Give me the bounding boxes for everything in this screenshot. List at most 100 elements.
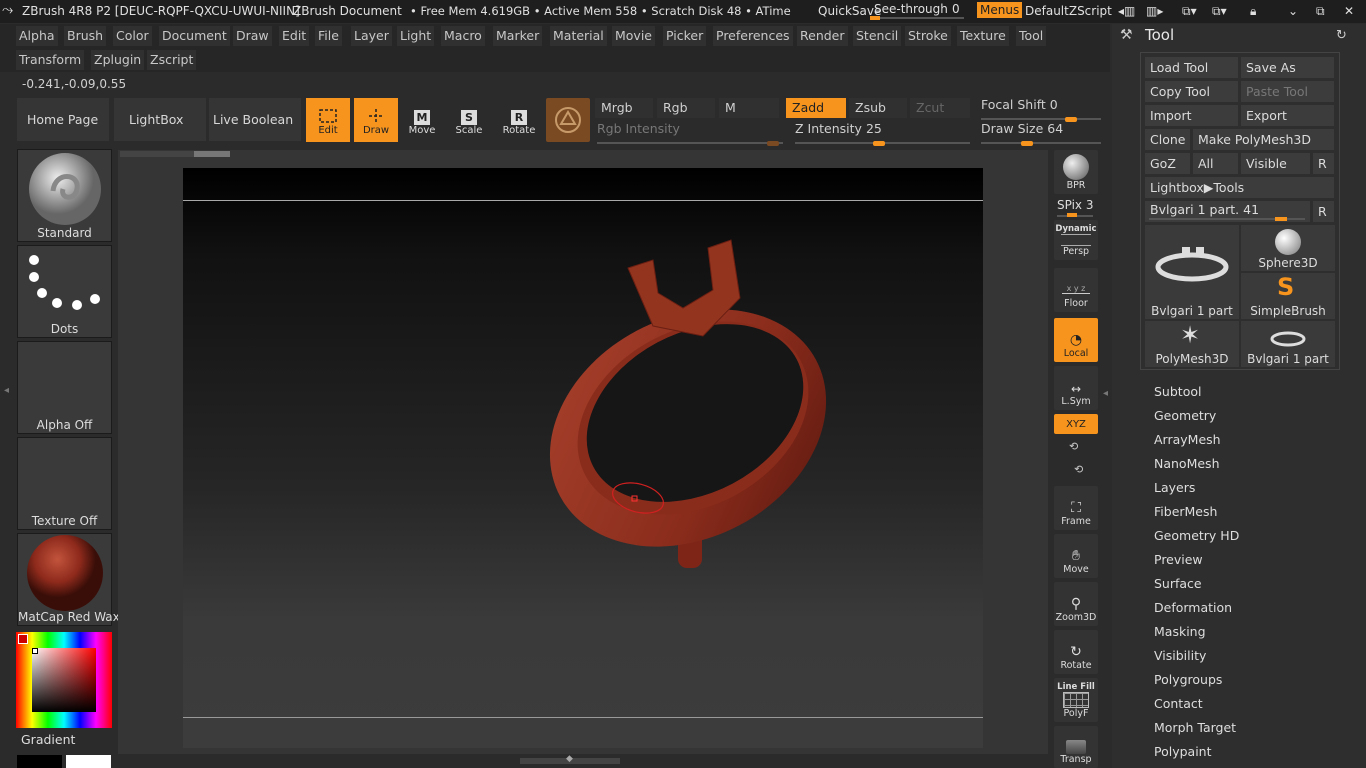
ui-layout-icon[interactable]: ⧉▾ xyxy=(1182,4,1197,19)
document-scroll-indicator[interactable] xyxy=(120,151,230,157)
tool-thumb-sphere3d[interactable]: Sphere3D xyxy=(1241,225,1335,271)
tool-thumb-simplebrush[interactable]: S SimpleBrush xyxy=(1241,273,1335,319)
subpalette-geometry-hd[interactable]: Geometry HD xyxy=(1154,528,1239,543)
menu-movie[interactable]: Movie xyxy=(612,26,655,46)
canvas[interactable] xyxy=(183,168,983,748)
layout-prev-icon[interactable]: ◂▥ xyxy=(1118,4,1135,18)
clone-button[interactable]: Clone xyxy=(1145,129,1190,150)
lightbox-button[interactable]: LightBox xyxy=(114,98,206,141)
rgb-toggle[interactable]: Rgb xyxy=(657,98,715,118)
texture-selector[interactable]: Texture Off xyxy=(17,437,112,530)
subpalette-deformation[interactable]: Deformation xyxy=(1154,600,1232,615)
menu-file[interactable]: File xyxy=(315,26,342,46)
tool-thumb-bvlgari-active[interactable]: Bvlgari 1 part xyxy=(1145,225,1239,319)
alpha-selector[interactable]: Alpha Off xyxy=(17,341,112,434)
menu-color[interactable]: Color xyxy=(113,26,152,46)
export-button[interactable]: Export xyxy=(1241,105,1334,126)
gradient-toggle[interactable]: Gradient xyxy=(21,732,75,747)
mrgb-toggle[interactable]: Mrgb xyxy=(595,98,653,118)
subpalette-geometry[interactable]: Geometry xyxy=(1154,408,1216,423)
menu-zscript[interactable]: Zscript xyxy=(147,50,197,70)
color-picker[interactable] xyxy=(16,632,112,728)
local-button[interactable]: ◔ Local xyxy=(1054,318,1098,362)
home-page-button[interactable]: Home Page xyxy=(17,98,109,141)
menu-zplugin[interactable]: Zplugin xyxy=(91,50,145,70)
menu-macro[interactable]: Macro xyxy=(441,26,485,46)
current-tool-slider[interactable]: Bvlgari 1 part. 41 xyxy=(1145,201,1310,222)
menus-toggle[interactable]: Menus xyxy=(977,2,1023,18)
menu-marker[interactable]: Marker xyxy=(493,26,543,46)
subpalette-morph-target[interactable]: Morph Target xyxy=(1154,720,1236,735)
menu-layer[interactable]: Layer xyxy=(351,26,392,46)
menu-texture[interactable]: Texture xyxy=(957,26,1009,46)
m-toggle[interactable]: M xyxy=(719,98,779,118)
current-tool-r-button[interactable]: R xyxy=(1313,201,1334,222)
subpalette-subtool[interactable]: Subtool xyxy=(1154,384,1201,399)
subpalette-masking[interactable]: Masking xyxy=(1154,624,1206,639)
subpalette-surface[interactable]: Surface xyxy=(1154,576,1202,591)
subpalette-polygroups[interactable]: Polygroups xyxy=(1154,672,1222,687)
goz-all-button[interactable]: All xyxy=(1193,153,1238,174)
menu-alpha[interactable]: Alpha xyxy=(16,26,58,46)
subpalette-preview[interactable]: Preview xyxy=(1154,552,1203,567)
subpalette-visibility[interactable]: Visibility xyxy=(1154,648,1206,663)
menu-tool[interactable]: Tool xyxy=(1016,26,1047,46)
brush-selector[interactable]: Standard xyxy=(17,149,112,242)
tool-thumb-bvlgari[interactable]: Bvlgari 1 part xyxy=(1241,321,1335,367)
zcut-toggle[interactable]: Zcut xyxy=(910,98,970,118)
rotate-mode-button[interactable]: R Rotate xyxy=(497,98,541,142)
rgb-intensity-slider[interactable]: Rgb Intensity xyxy=(597,121,783,146)
move-mode-button[interactable]: M Move xyxy=(400,98,444,142)
menu-draw[interactable]: Draw xyxy=(233,26,272,46)
z-rotation-icon[interactable]: ⟲ xyxy=(1074,463,1083,476)
lsym-button[interactable]: ↔ L.Sym xyxy=(1054,366,1098,410)
scroll-thumb[interactable] xyxy=(194,151,230,157)
load-tool-button[interactable]: Load Tool xyxy=(1145,57,1238,78)
focal-shift-slider[interactable]: Focal Shift 0 xyxy=(981,97,1101,122)
y-rotation-icon[interactable]: ⟲ xyxy=(1069,440,1078,453)
bottom-tray-toggle[interactable]: ◆ xyxy=(520,754,620,764)
move-view-button[interactable]: ✋︎ Move xyxy=(1054,534,1098,578)
secondary-color-swatch[interactable] xyxy=(66,755,111,768)
bpr-button[interactable]: BPR xyxy=(1054,150,1098,194)
subpalette-arraymesh[interactable]: ArrayMesh xyxy=(1154,432,1221,447)
primary-color-swatch[interactable] xyxy=(17,755,62,768)
transp-button[interactable]: Transp xyxy=(1054,726,1098,768)
subpalette-fibermesh[interactable]: FiberMesh xyxy=(1154,504,1217,519)
menu-stroke[interactable]: Stroke xyxy=(905,26,951,46)
subpalette-nanomesh[interactable]: NanoMesh xyxy=(1154,456,1220,471)
right-tray-arrow-icon[interactable]: ◂ xyxy=(1103,388,1108,399)
menu-material[interactable]: Material xyxy=(550,26,607,46)
spix-slider[interactable]: SPix 3 xyxy=(1057,198,1094,217)
gizmo-3d-button[interactable] xyxy=(546,98,590,142)
lock-icon[interactable]: 🔒︎ xyxy=(1250,4,1256,19)
make-polymesh3d-button[interactable]: Make PolyMesh3D xyxy=(1193,129,1334,150)
draw-mode-button[interactable]: Draw xyxy=(354,98,398,142)
rotate-view-button[interactable]: ↻ Rotate xyxy=(1054,630,1098,674)
live-boolean-button[interactable]: Live Boolean xyxy=(209,98,301,141)
import-button[interactable]: Import xyxy=(1145,105,1238,126)
frame-button[interactable]: ⛶ Frame xyxy=(1054,486,1098,530)
tool-thumb-polymesh3d[interactable]: ✶ PolyMesh3D xyxy=(1145,321,1239,367)
paste-tool-button[interactable]: Paste Tool xyxy=(1241,81,1334,102)
goz-button[interactable]: GoZ xyxy=(1145,153,1190,174)
menu-preferences[interactable]: Preferences xyxy=(713,26,793,46)
copy-tool-button[interactable]: Copy Tool xyxy=(1145,81,1238,102)
menu-document[interactable]: Document xyxy=(159,26,230,46)
main-color-swatch[interactable] xyxy=(18,634,28,644)
zscript-button[interactable]: DefaultZScript xyxy=(1025,4,1112,18)
left-tray-toggle[interactable]: ◂ xyxy=(0,330,12,430)
subpalette-polypaint[interactable]: Polypaint xyxy=(1154,744,1212,759)
see-through-label[interactable]: See-through xyxy=(874,2,948,16)
close-icon[interactable]: ✕ xyxy=(1344,4,1354,18)
lightbox-tools-button[interactable]: Lightbox▶Tools xyxy=(1145,177,1334,198)
polyf-button[interactable]: Line Fill PolyF xyxy=(1054,678,1098,722)
layout-next-icon[interactable]: ▥▸ xyxy=(1146,4,1163,18)
minimize-dropdown-icon[interactable]: ⌄ xyxy=(1288,4,1298,18)
persp-button[interactable]: Dynamic Persp xyxy=(1054,220,1098,260)
goz-r-button[interactable]: R xyxy=(1313,153,1334,174)
subpalette-layers[interactable]: Layers xyxy=(1154,480,1195,495)
goz-visible-button[interactable]: Visible xyxy=(1241,153,1310,174)
menu-stencil[interactable]: Stencil xyxy=(853,26,902,46)
menu-light[interactable]: Light xyxy=(397,26,435,46)
